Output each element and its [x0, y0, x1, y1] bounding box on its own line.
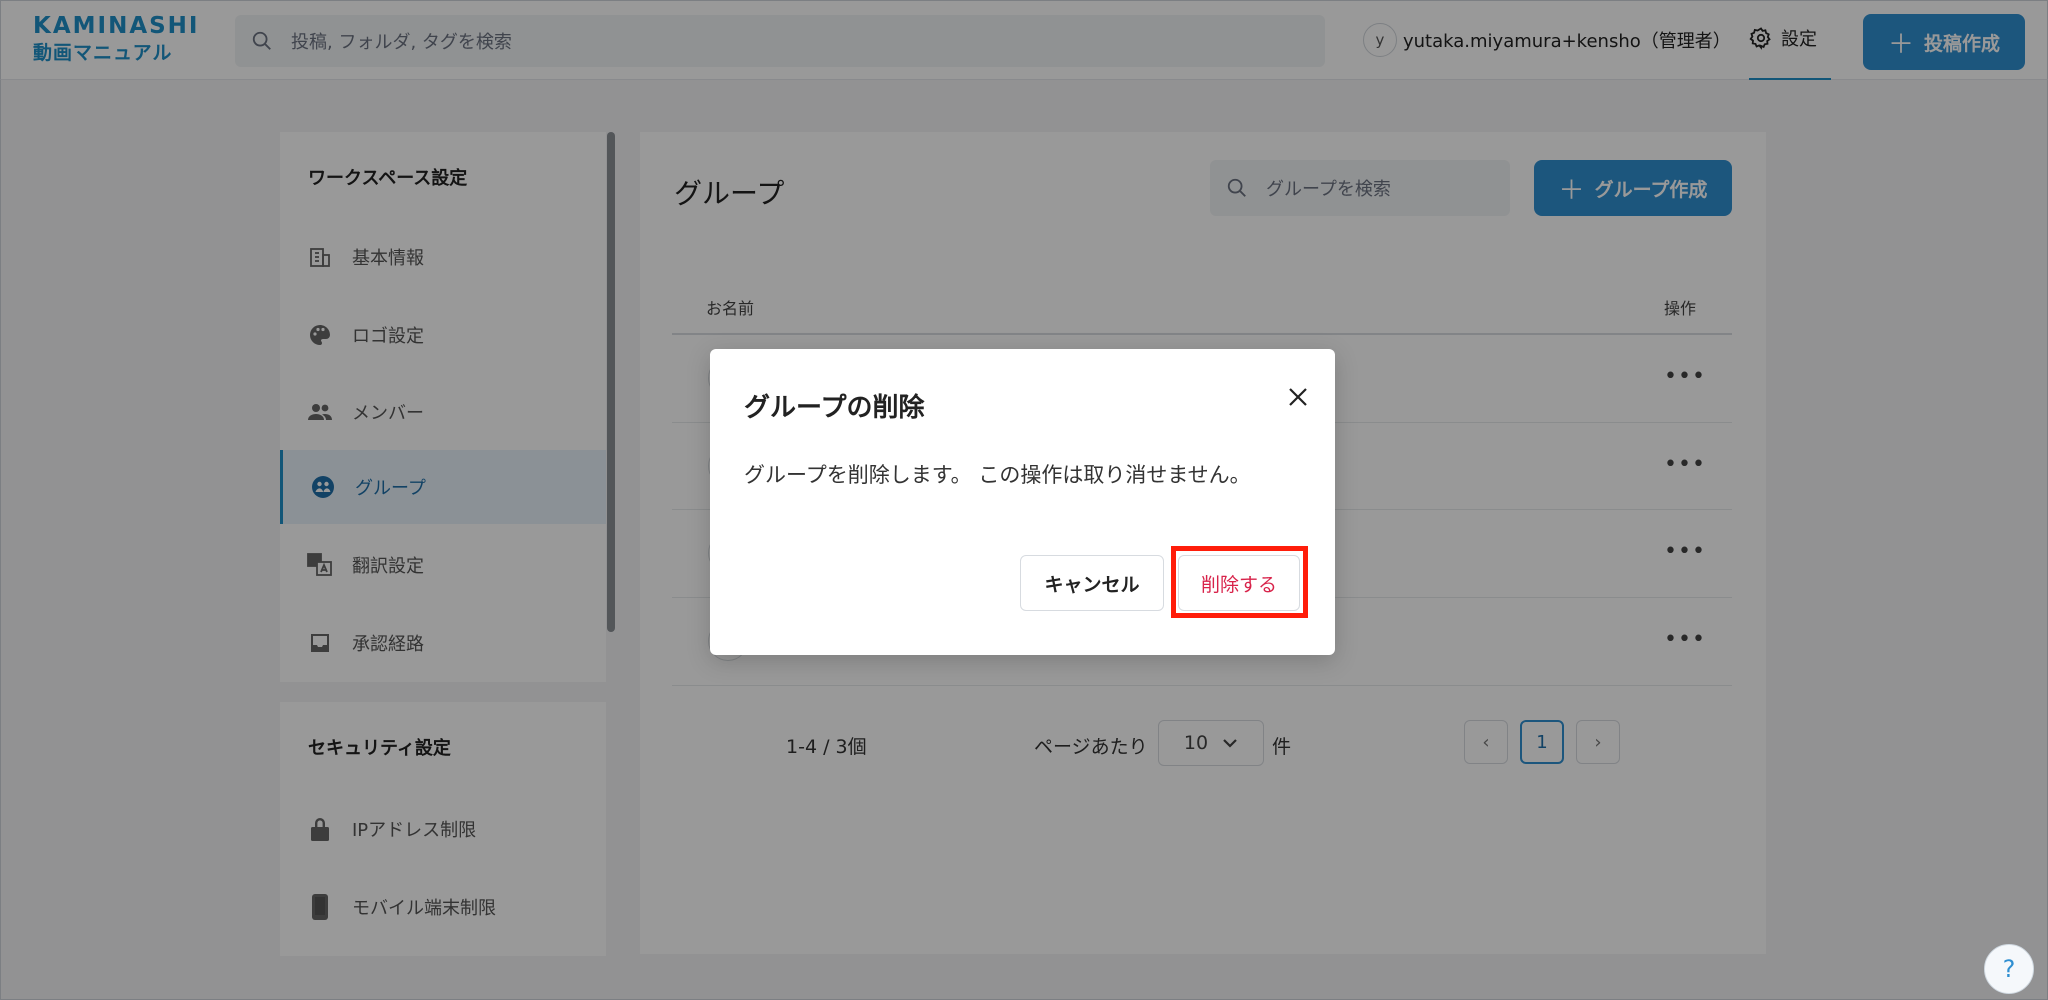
dialog-title: グループの削除 [744, 393, 925, 423]
delete-group-dialog: グループの削除 グループを削除します。 この操作は取り消せません。 キャンセル … [710, 349, 1335, 655]
delete-button[interactable]: 削除する [1178, 555, 1300, 611]
help-button[interactable]: ? [1984, 944, 2034, 994]
cancel-button[interactable]: キャンセル [1020, 555, 1164, 611]
close-icon[interactable] [1280, 379, 1316, 415]
dialog-message: グループを削除します。 この操作は取り消せません。 [744, 463, 1251, 487]
